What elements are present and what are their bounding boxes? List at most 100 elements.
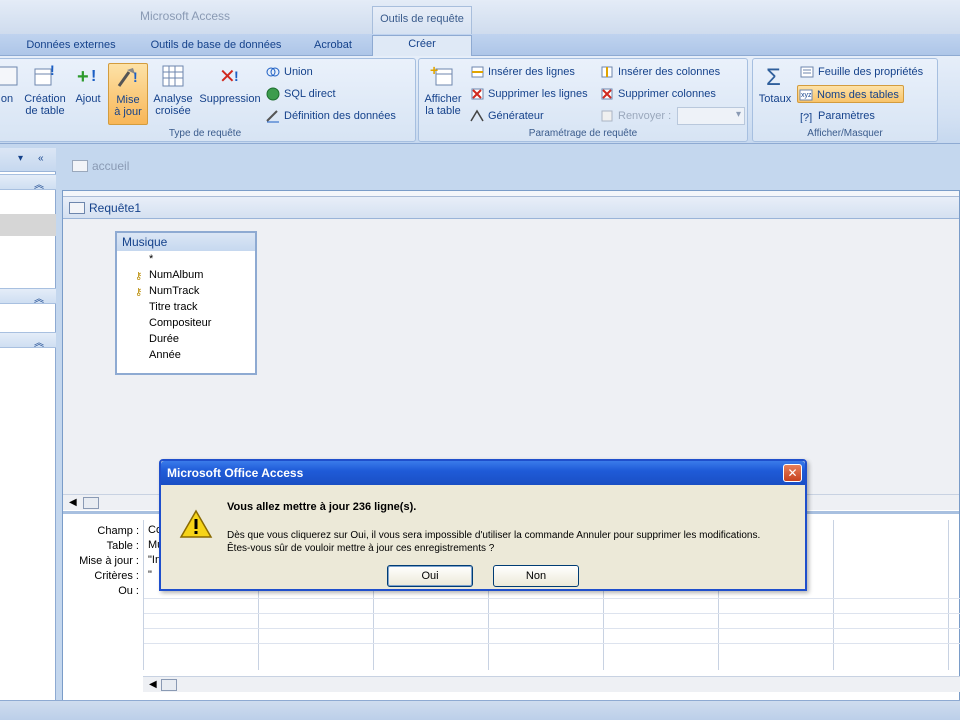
grid-row-line (144, 613, 960, 614)
property-sheet-icon (800, 66, 814, 78)
field-all[interactable]: * (117, 251, 255, 267)
grid-row-line (144, 643, 960, 644)
confirm-update-dialog: Microsoft Office Access ✕ Vous allez met… (159, 459, 807, 591)
field-annee[interactable]: Année (117, 347, 255, 363)
svg-text:!: ! (234, 68, 239, 84)
delete-columns-icon (601, 88, 613, 100)
chevron-up-icon: ︽ (34, 338, 44, 349)
warning-icon (179, 509, 213, 538)
svg-text:!: ! (133, 69, 138, 85)
sigma-icon: Σ (766, 64, 781, 89)
parameters-icon: [?] (800, 112, 812, 123)
app-title: Microsoft Access (140, 9, 231, 23)
title-bar: Microsoft Access Outils de requête (0, 0, 960, 34)
no-button[interactable]: Non (493, 565, 579, 587)
renvoyer-combo[interactable] (677, 107, 745, 125)
delete-rows-icon (471, 88, 484, 100)
inserer-des-lignes-button[interactable]: Insérer des lignes (469, 63, 575, 81)
table-field-list-musique[interactable]: Musique * ⚷ NumAlbum ⚷ NumTrack Titre trac… (115, 231, 257, 375)
query-title-bar[interactable]: Requête1 (63, 197, 959, 219)
union-icon (266, 67, 280, 77)
analyse-croisee-button[interactable]: Analyse croisée (151, 63, 195, 125)
mise-a-jour-button[interactable]: ! Mise à jour (108, 63, 148, 125)
dialog-message-bold: Vous allez mettre à jour 236 ligne(s). (227, 501, 417, 513)
noms-des-tables-button[interactable]: xyz Noms des tables (797, 85, 904, 103)
group-label-type-de-requete: Type de requête (168, 128, 242, 139)
grid-row-line (144, 628, 960, 629)
group-afficher-masquer: Σ Totaux Feuille des propriétés xyz Noms … (752, 58, 938, 142)
row-label-champ: Champ : (97, 525, 139, 537)
scroll-thumb[interactable] (83, 497, 99, 509)
totaux-button[interactable]: Σ Totaux (755, 63, 795, 125)
form-icon (72, 160, 88, 172)
grid-row-line (144, 598, 960, 599)
feuille-des-proprietes-button[interactable]: Feuille des propriétés (799, 63, 923, 81)
inserer-des-colonnes-button[interactable]: Insérer des colonnes (599, 63, 720, 81)
query-type-button-partial[interactable]: on (0, 63, 19, 125)
insert-rows-icon (471, 66, 484, 78)
nav-dropdown-icon[interactable]: ▾ (18, 153, 23, 164)
ajout-button[interactable]: +! Ajout (71, 63, 105, 125)
status-bar (0, 700, 960, 720)
table-field-list-title[interactable]: Musique (117, 233, 255, 251)
delete-query-icon: ✕! (219, 66, 239, 88)
grid-horizontal-scrollbar[interactable]: ◀ (143, 676, 960, 692)
definition-des-donnees-button[interactable]: Définition des données (265, 107, 396, 125)
grid-cell-criteres[interactable]: " (148, 569, 152, 581)
renvoyer-label: Renvoyer : (599, 107, 671, 125)
dialog-message: Dès que vous cliquerez sur Oui, il vous … (227, 529, 797, 555)
pencil-icon (266, 110, 279, 123)
field-duree[interactable]: Durée (117, 331, 255, 347)
scroll-left-icon[interactable]: ◀ (69, 497, 77, 508)
nav-section-3[interactable]: ︽ (0, 332, 56, 349)
nav-selected-item[interactable] (0, 214, 56, 236)
grid-column[interactable] (834, 520, 949, 670)
supprimer-les-lignes-button[interactable]: Supprimer les lignes (469, 85, 588, 103)
tab-outils-base-de-donnees[interactable]: Outils de base de données (138, 37, 294, 56)
dialog-title-bar[interactable]: Microsoft Office Access ✕ (161, 461, 805, 485)
svg-text:+: + (430, 63, 438, 78)
yes-button[interactable]: Oui (387, 565, 473, 587)
dialog-message-line-1: Dès que vous cliquerez sur Oui, il vous … (227, 530, 761, 541)
row-label-ou: Ou : (118, 585, 139, 597)
builder-icon (470, 109, 484, 122)
group-type-de-requete: on ! Création de table +! Ajout ! Mise à… (0, 58, 416, 142)
group-label-parametrage: Paramétrage de requête (528, 128, 638, 139)
show-table-icon: + (430, 63, 453, 86)
context-tab-group-label: Outils de requête (380, 13, 464, 25)
union-button[interactable]: Union (265, 63, 313, 81)
return-icon (601, 110, 613, 122)
svg-text:xyz: xyz (801, 92, 812, 99)
dialog-title: Microsoft Office Access (167, 466, 304, 480)
doc-tab-accueil[interactable]: accueil (64, 154, 184, 178)
nav-pane-header: ▾ « (0, 148, 56, 172)
nav-section-1[interactable]: ︽ (0, 174, 56, 191)
field-numtrack[interactable]: ⚷ NumTrack (117, 283, 255, 299)
row-label-mise-a-jour: Mise à jour : (79, 555, 139, 567)
creation-de-table-button[interactable]: ! Création de table (21, 63, 69, 125)
field-titre-track[interactable]: Titre track (117, 299, 255, 315)
afficher-la-table-button[interactable]: + Afficher la table (421, 63, 465, 125)
tab-creer[interactable]: Créer (372, 35, 472, 57)
generateur-button[interactable]: Générateur (469, 107, 544, 125)
nav-section-2[interactable]: ︽ (0, 288, 56, 305)
close-icon[interactable]: ✕ (783, 464, 802, 482)
suppression-button[interactable]: ✕! Suppression (197, 63, 263, 125)
supprimer-colonnes-button[interactable]: Supprimer colonnes (599, 85, 716, 103)
context-tab-group: Outils de requête (372, 6, 472, 34)
query-design-pane: Musique * ⚷ NumAlbum ⚷ NumTrack Titre trac… (63, 219, 959, 494)
svg-text:+: + (77, 66, 89, 88)
query-icon (0, 66, 18, 86)
scroll-thumb[interactable] (161, 679, 177, 691)
nav-collapse-icon[interactable]: « (38, 153, 44, 164)
globe-icon (266, 87, 280, 101)
parametres-button[interactable]: [?] Paramètres (799, 107, 875, 125)
tab-donnees-externes[interactable]: Données externes (14, 37, 128, 56)
scroll-left-icon[interactable]: ◀ (149, 679, 157, 690)
field-numalbum[interactable]: ⚷ NumAlbum (117, 267, 255, 283)
tab-acrobat[interactable]: Acrobat (300, 37, 366, 56)
document-area: accueil Requête1 Musique * ⚷ NumAlbum ⚷ Nu… (60, 148, 960, 701)
field-compositeur[interactable]: Compositeur (117, 315, 255, 331)
insert-columns-icon (601, 66, 613, 78)
sql-direct-button[interactable]: SQL direct (265, 85, 336, 103)
